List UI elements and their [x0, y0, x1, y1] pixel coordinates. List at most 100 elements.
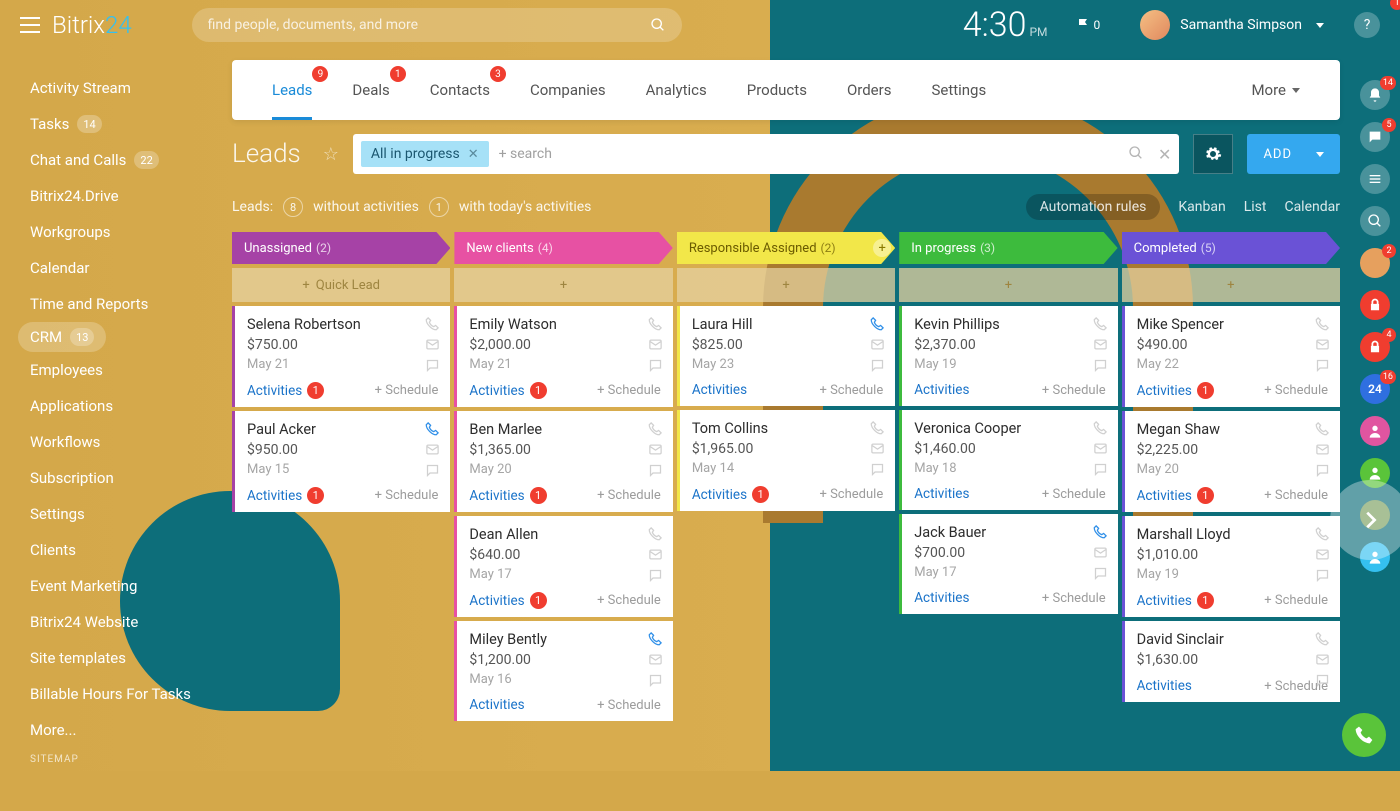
schedule-link[interactable]: + Schedule: [375, 383, 439, 398]
phone-icon[interactable]: [1315, 316, 1330, 331]
tab-orders[interactable]: Orders: [827, 60, 912, 120]
help-button[interactable]: ? 1: [1354, 12, 1380, 38]
chat-icon[interactable]: [1315, 568, 1330, 583]
schedule-link[interactable]: + Schedule: [819, 383, 883, 398]
activities-link[interactable]: Activities: [1137, 488, 1192, 504]
lead-card[interactable]: Laura Hill$825.00May 23Activities+ Sched…: [677, 306, 895, 406]
view-list[interactable]: List: [1244, 199, 1267, 215]
mail-icon[interactable]: [1093, 441, 1108, 456]
tab-more[interactable]: More: [1231, 60, 1320, 120]
rail-lock[interactable]: [1360, 290, 1390, 320]
column-header[interactable]: Unassigned(2): [232, 232, 450, 264]
sidebar-item-calendar[interactable]: Calendar: [30, 250, 220, 286]
call-button[interactable]: [1342, 713, 1386, 757]
without-activities-count[interactable]: 8: [283, 197, 303, 217]
rail-lock[interactable]: 4: [1360, 332, 1390, 362]
chat-icon[interactable]: [1315, 673, 1330, 688]
activities-link[interactable]: Activities: [914, 382, 969, 398]
schedule-link[interactable]: + Schedule: [375, 488, 439, 503]
chat-icon[interactable]: [425, 463, 440, 478]
activities-link[interactable]: Activities: [247, 383, 302, 399]
lead-card[interactable]: Veronica Cooper$1,460.00May 18Activities…: [899, 410, 1117, 510]
chat-icon[interactable]: [648, 568, 663, 583]
mail-icon[interactable]: [1093, 545, 1108, 560]
mail-icon[interactable]: [648, 442, 663, 457]
sidebar-item-clients[interactable]: Clients: [30, 532, 220, 568]
sidebar-item-employees[interactable]: Employees: [30, 352, 220, 388]
settings-button[interactable]: [1193, 134, 1233, 174]
phone-icon[interactable]: [1093, 316, 1108, 331]
mail-icon[interactable]: [870, 441, 885, 456]
remove-filter-icon[interactable]: ✕: [468, 147, 479, 162]
view-kanban[interactable]: Kanban: [1178, 199, 1225, 215]
add-column-icon[interactable]: +: [873, 239, 891, 257]
sidebar-item-crm[interactable]: CRM13: [18, 322, 106, 352]
lead-card[interactable]: Selena Robertson$750.00May 21Activities1…: [232, 306, 450, 407]
chat-icon[interactable]: [870, 462, 885, 477]
sidebar-item-workgroups[interactable]: Workgroups: [30, 214, 220, 250]
chat-icon[interactable]: [1315, 358, 1330, 373]
chat-icon[interactable]: [1093, 462, 1108, 477]
quick-add[interactable]: +: [1122, 268, 1340, 302]
mail-icon[interactable]: [648, 337, 663, 352]
sidebar-item-activity-stream[interactable]: Activity Stream: [30, 70, 220, 106]
quick-add[interactable]: + Quick Lead: [232, 268, 450, 302]
filter-bar[interactable]: All in progress✕ + search ✕: [353, 134, 1180, 174]
chat-icon[interactable]: [1093, 358, 1108, 373]
rail-search[interactable]: [1360, 206, 1390, 236]
sidebar-item-more-[interactable]: More...: [30, 712, 220, 748]
sidebar-item-site-templates[interactable]: Site templates: [30, 640, 220, 676]
schedule-link[interactable]: + Schedule: [597, 488, 661, 503]
sidebar-item-workflows[interactable]: Workflows: [30, 424, 220, 460]
phone-icon[interactable]: [648, 526, 663, 541]
chat-icon[interactable]: [870, 358, 885, 373]
sidebar-item-event-marketing[interactable]: Event Marketing: [30, 568, 220, 604]
search-icon[interactable]: [1128, 145, 1144, 161]
column-header[interactable]: Responsible Assigned(2)+: [677, 232, 895, 264]
phone-icon[interactable]: [648, 631, 663, 646]
schedule-link[interactable]: + Schedule: [1264, 383, 1328, 398]
schedule-link[interactable]: + Schedule: [1042, 591, 1106, 606]
mail-icon[interactable]: [870, 337, 885, 352]
mail-icon[interactable]: [1315, 652, 1330, 667]
mail-icon[interactable]: [425, 442, 440, 457]
tab-products[interactable]: Products: [727, 60, 827, 120]
tab-companies[interactable]: Companies: [510, 60, 626, 120]
column-header[interactable]: Completed(5): [1122, 232, 1340, 264]
view-automation[interactable]: Automation rules: [1026, 194, 1161, 220]
view-calendar[interactable]: Calendar: [1284, 199, 1340, 215]
phone-icon[interactable]: [425, 421, 440, 436]
activities-link[interactable]: Activities: [914, 590, 969, 606]
chat-icon[interactable]: [425, 358, 440, 373]
activities-link[interactable]: Activities: [469, 697, 524, 713]
rail-chat[interactable]: 5: [1360, 122, 1390, 152]
filter-chip[interactable]: All in progress✕: [361, 141, 489, 167]
favorite-icon[interactable]: ☆: [323, 144, 339, 165]
schedule-link[interactable]: + Schedule: [1264, 488, 1328, 503]
column-header[interactable]: New clients(4): [454, 232, 672, 264]
schedule-link[interactable]: + Schedule: [1042, 487, 1106, 502]
phone-icon[interactable]: [1315, 631, 1330, 646]
rail-lines[interactable]: [1360, 164, 1390, 194]
rail-avatar[interactable]: 2: [1360, 248, 1390, 278]
lead-card[interactable]: Mike Spencer$490.00May 22Activities1+ Sc…: [1122, 306, 1340, 407]
chat-icon[interactable]: [648, 463, 663, 478]
activities-link[interactable]: Activities: [469, 383, 524, 399]
tab-settings[interactable]: Settings: [911, 60, 1006, 120]
lead-card[interactable]: Megan Shaw$2,225.00May 20Activities1+ Sc…: [1122, 411, 1340, 512]
lead-card[interactable]: Dean Allen$640.00May 17Activities1+ Sche…: [454, 516, 672, 617]
phone-icon[interactable]: [870, 420, 885, 435]
activities-link[interactable]: Activities: [1137, 383, 1192, 399]
schedule-link[interactable]: + Schedule: [1264, 593, 1328, 608]
lead-card[interactable]: Emily Watson$2,000.00May 21Activities1+ …: [454, 306, 672, 407]
add-button[interactable]: ADD: [1247, 134, 1340, 174]
mail-icon[interactable]: [425, 337, 440, 352]
sidebar-item-subscription[interactable]: Subscription: [30, 460, 220, 496]
activities-link[interactable]: Activities: [469, 488, 524, 504]
schedule-link[interactable]: + Schedule: [597, 593, 661, 608]
phone-icon[interactable]: [648, 421, 663, 436]
mail-icon[interactable]: [1315, 442, 1330, 457]
next-page-button[interactable]: [1330, 480, 1400, 560]
quick-add[interactable]: +: [677, 268, 895, 302]
phone-icon[interactable]: [1093, 420, 1108, 435]
